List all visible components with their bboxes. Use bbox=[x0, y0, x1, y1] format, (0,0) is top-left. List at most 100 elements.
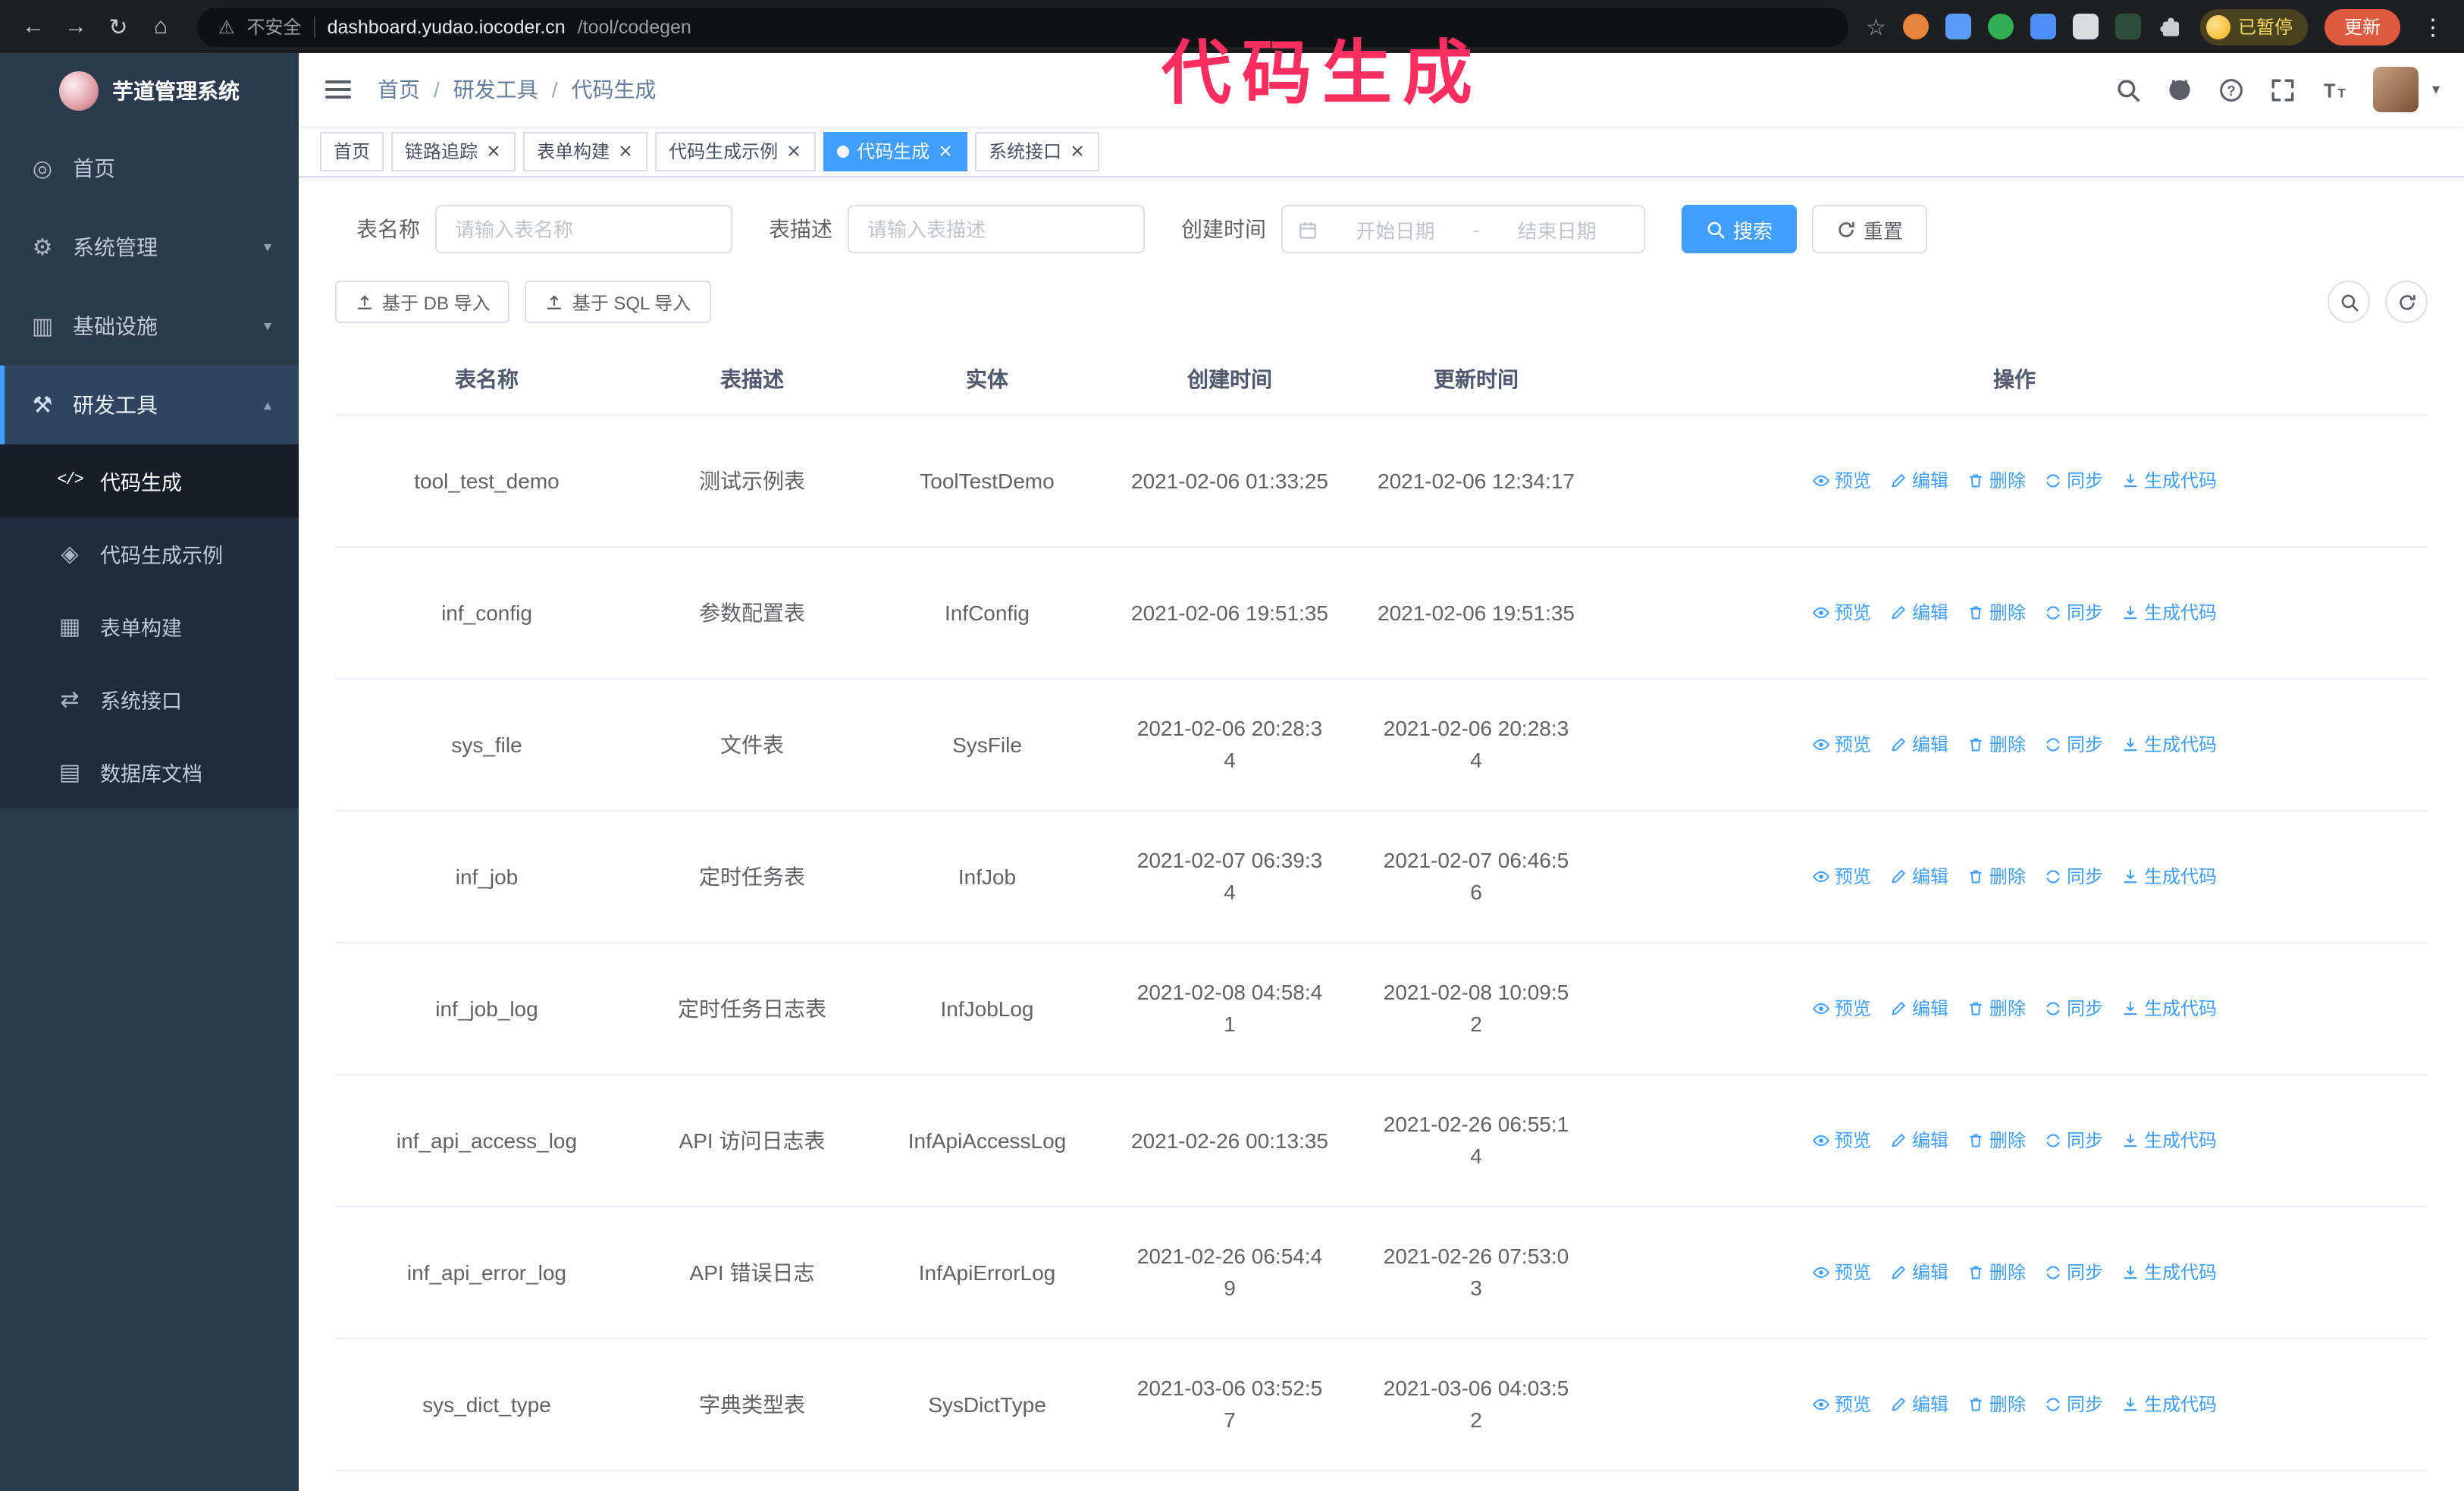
sidebar-item-devtools[interactable]: ⚒ 研发工具 ▾ bbox=[0, 366, 299, 444]
tab-system-api[interactable]: 系统接口 bbox=[975, 131, 1100, 171]
extension-icon-green[interactable] bbox=[1987, 14, 2014, 39]
extensions-puzzle-icon[interactable] bbox=[2158, 14, 2183, 39]
sync-link[interactable]: 同步 bbox=[2044, 1391, 2103, 1418]
sidebar-toggle-icon[interactable] bbox=[323, 74, 353, 105]
generate-code-link[interactable]: 生成代码 bbox=[2121, 1127, 2217, 1154]
edit-link[interactable]: 编辑 bbox=[1889, 1259, 1948, 1286]
extension-icon-dark[interactable] bbox=[2114, 14, 2141, 39]
generate-code-link[interactable]: 生成代码 bbox=[2121, 731, 2217, 758]
avatar-caret-icon[interactable]: ▾ bbox=[2432, 81, 2440, 98]
sidebar-item-system[interactable]: ⚙ 系统管理 ▾ bbox=[0, 208, 299, 287]
extension-icon-orange[interactable] bbox=[1902, 14, 1929, 39]
action-label: 预览 bbox=[1834, 998, 1871, 1019]
close-icon[interactable] bbox=[785, 143, 802, 159]
fullscreen-icon[interactable] bbox=[2270, 77, 2296, 102]
edit-link[interactable]: 编辑 bbox=[1889, 731, 1948, 758]
preview-link[interactable]: 预览 bbox=[1812, 1127, 1871, 1154]
tab-home[interactable]: 首页 bbox=[320, 131, 384, 171]
update-time-cell: 2021-02-08 10:09:5 2 bbox=[1351, 943, 1601, 1075]
tab-codegen[interactable]: 代码生成 bbox=[823, 131, 968, 171]
delete-link[interactable]: 删除 bbox=[1967, 1127, 2026, 1154]
extension-icon-blue[interactable] bbox=[1945, 14, 1971, 39]
sidebar-item-codegen[interactable]: </> 代码生成 bbox=[0, 444, 299, 517]
browser-home-icon[interactable]: ⌂ bbox=[143, 8, 179, 45]
back-icon[interactable]: ← bbox=[15, 8, 52, 45]
table-desc-input[interactable] bbox=[848, 205, 1145, 253]
sync-link[interactable]: 同步 bbox=[2044, 863, 2103, 890]
sync-link[interactable]: 同步 bbox=[2044, 995, 2103, 1022]
search-icon[interactable] bbox=[2115, 77, 2141, 102]
delete-link[interactable]: 删除 bbox=[1967, 995, 2026, 1022]
close-icon[interactable] bbox=[485, 143, 502, 159]
font-size-icon[interactable] bbox=[2321, 77, 2347, 102]
preview-link[interactable]: 预览 bbox=[1812, 1391, 1871, 1418]
preview-link[interactable]: 预览 bbox=[1812, 731, 1871, 758]
delete-link[interactable]: 删除 bbox=[1967, 467, 2026, 494]
import-sql-button[interactable]: 基于 SQL 导入 bbox=[525, 281, 711, 323]
github-icon[interactable] bbox=[2167, 77, 2193, 102]
edit-link[interactable]: 编辑 bbox=[1889, 995, 1948, 1022]
extension-icon-people[interactable] bbox=[2030, 14, 2056, 39]
generate-code-link[interactable]: 生成代码 bbox=[2121, 863, 2217, 890]
edit-link[interactable]: 编辑 bbox=[1889, 1391, 1948, 1418]
generate-code-link[interactable]: 生成代码 bbox=[2121, 1259, 2217, 1286]
generate-code-link[interactable]: 生成代码 bbox=[2121, 467, 2217, 494]
help-icon[interactable] bbox=[2218, 77, 2244, 102]
bookmark-star-icon[interactable]: ☆ bbox=[1866, 13, 1886, 40]
edit-link[interactable]: 编辑 bbox=[1889, 863, 1948, 890]
breadcrumb-devtools[interactable]: 研发工具 bbox=[453, 74, 538, 105]
tab-form-builder[interactable]: 表单构建 bbox=[523, 131, 648, 171]
extension-icon-capture[interactable] bbox=[2072, 14, 2099, 39]
reload-icon[interactable]: ↻ bbox=[100, 8, 136, 45]
generate-code-link[interactable]: 生成代码 bbox=[2121, 995, 2217, 1022]
delete-link[interactable]: 删除 bbox=[1967, 1391, 2026, 1418]
profile-paused-chip[interactable]: 已暂停 bbox=[2199, 8, 2308, 45]
preview-link[interactable]: 预览 bbox=[1812, 599, 1871, 626]
sync-link[interactable]: 同步 bbox=[2044, 731, 2103, 758]
close-icon[interactable] bbox=[617, 143, 634, 159]
preview-link[interactable]: 预览 bbox=[1812, 863, 1871, 890]
browser-menu-icon[interactable]: ⋮ bbox=[2417, 13, 2449, 40]
delete-link[interactable]: 删除 bbox=[1967, 731, 2026, 758]
preview-link[interactable]: 预览 bbox=[1812, 995, 1871, 1022]
refresh-table-button[interactable] bbox=[2385, 281, 2428, 323]
close-icon[interactable] bbox=[1069, 143, 1086, 159]
table-name-input[interactable] bbox=[435, 205, 732, 253]
address-bar[interactable]: ⚠ 不安全 dashboard.yudao.iocoder.cn/tool/co… bbox=[197, 7, 1848, 46]
sidebar-item-codegen-example[interactable]: ◈ 代码生成示例 bbox=[0, 517, 299, 590]
sync-link[interactable]: 同步 bbox=[2044, 467, 2103, 494]
app-logo[interactable]: 芋道管理系统 bbox=[0, 53, 299, 129]
generate-code-link[interactable]: 生成代码 bbox=[2121, 599, 2217, 626]
sync-link[interactable]: 同步 bbox=[2044, 1259, 2103, 1286]
sidebar-item-infra[interactable]: ▥ 基础设施 ▾ bbox=[0, 287, 299, 366]
sync-icon bbox=[2044, 472, 2062, 490]
sidebar-item-home[interactable]: ◎ 首页 bbox=[0, 129, 299, 208]
edit-link[interactable]: 编辑 bbox=[1889, 1127, 1948, 1154]
sidebar-item-db-doc[interactable]: ▤ 数据库文档 bbox=[0, 736, 299, 808]
sidebar-item-form-builder[interactable]: ▦ 表单构建 bbox=[0, 590, 299, 663]
import-db-button[interactable]: 基于 DB 导入 bbox=[335, 281, 510, 323]
user-avatar[interactable] bbox=[2372, 67, 2419, 112]
sync-link[interactable]: 同步 bbox=[2044, 1127, 2103, 1154]
sidebar-item-system-api[interactable]: ⇄ 系统接口 bbox=[0, 663, 299, 736]
edit-link[interactable]: 编辑 bbox=[1889, 599, 1948, 626]
tab-tracing[interactable]: 链路追踪 bbox=[391, 131, 516, 171]
toggle-search-button[interactable] bbox=[2328, 281, 2370, 323]
browser-update-button[interactable]: 更新 bbox=[2324, 8, 2400, 45]
delete-link[interactable]: 删除 bbox=[1967, 1259, 2026, 1286]
sync-link[interactable]: 同步 bbox=[2044, 599, 2103, 626]
generate-code-link[interactable]: 生成代码 bbox=[2121, 1391, 2217, 1418]
reset-button[interactable]: 重置 bbox=[1812, 205, 1928, 253]
tab-codegen-example[interactable]: 代码生成示例 bbox=[655, 131, 817, 171]
edit-link[interactable]: 编辑 bbox=[1889, 467, 1948, 494]
table-desc-cell: 测试示例表 bbox=[638, 415, 866, 548]
delete-link[interactable]: 删除 bbox=[1967, 599, 2026, 626]
breadcrumb-home[interactable]: 首页 bbox=[378, 74, 420, 105]
preview-link[interactable]: 预览 bbox=[1812, 1259, 1871, 1286]
search-button[interactable]: 搜索 bbox=[1682, 205, 1798, 253]
forward-icon[interactable]: → bbox=[58, 8, 94, 45]
close-icon[interactable] bbox=[937, 143, 954, 159]
delete-link[interactable]: 删除 bbox=[1967, 863, 2026, 890]
preview-link[interactable]: 预览 bbox=[1812, 467, 1871, 494]
date-range-picker[interactable]: 开始日期 - 结束日期 bbox=[1281, 205, 1645, 253]
